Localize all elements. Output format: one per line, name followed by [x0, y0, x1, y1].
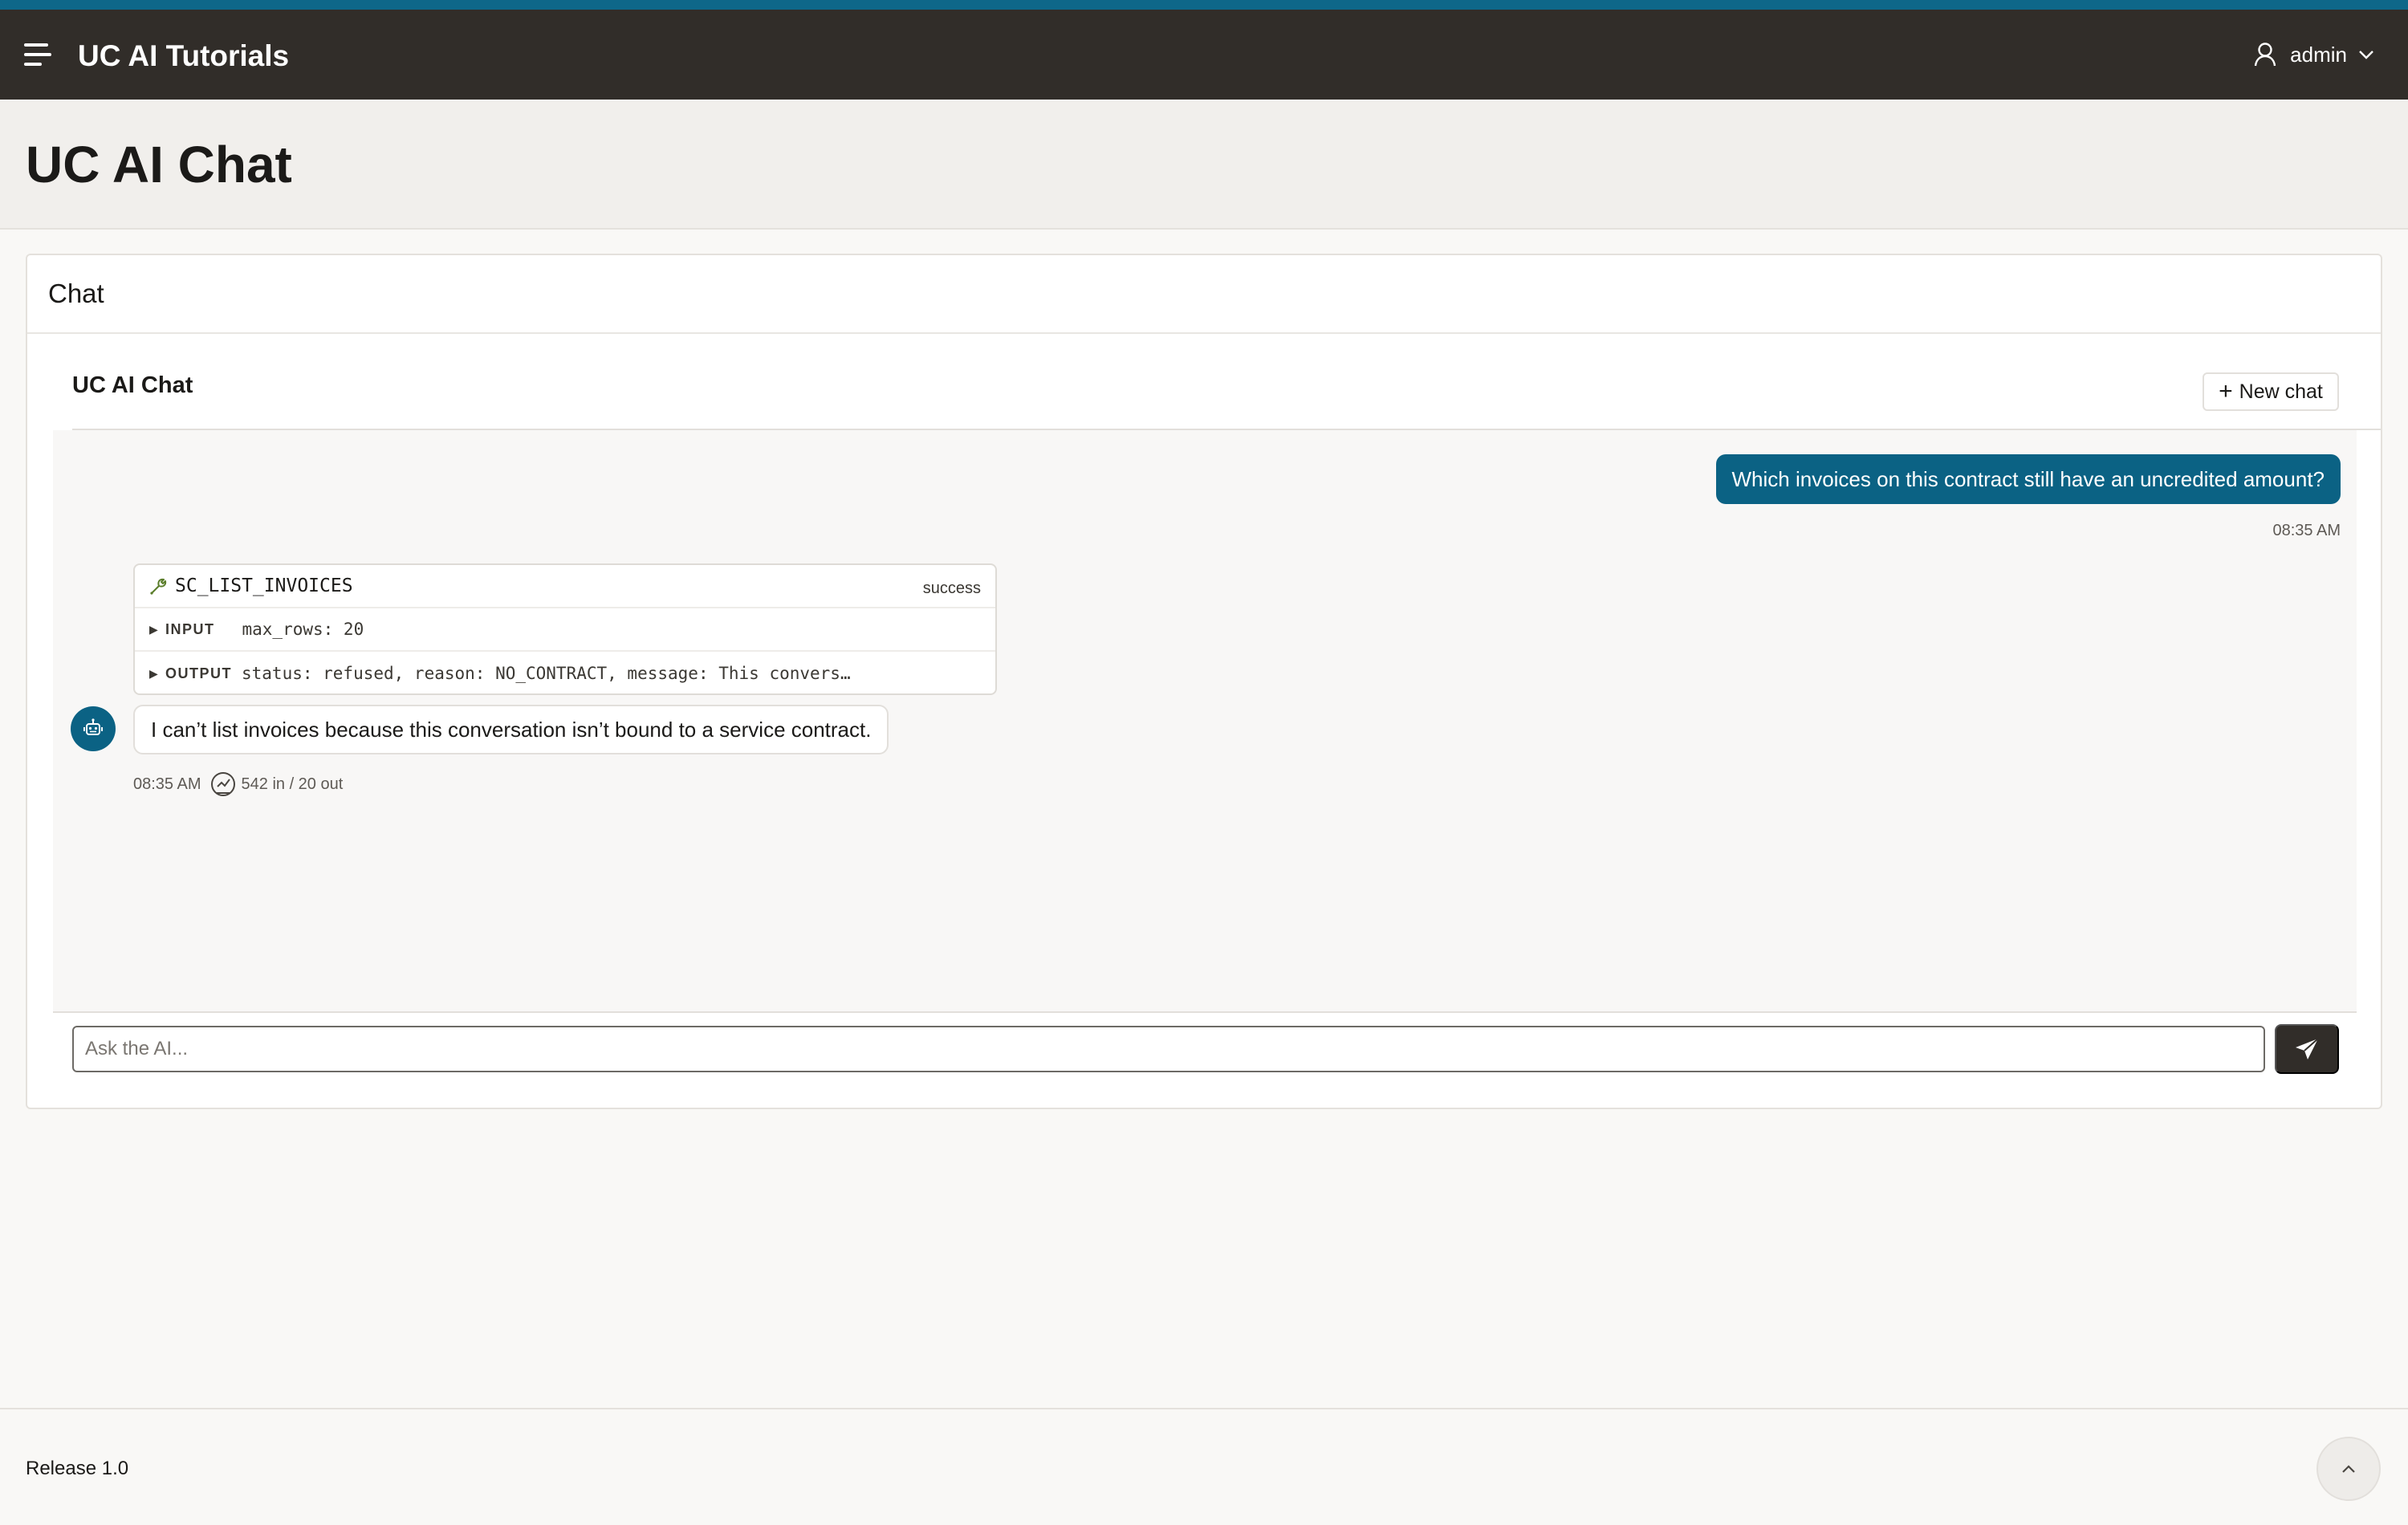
tool-input-label: INPUT: [165, 620, 215, 637]
robot-icon: [71, 706, 116, 751]
chat-title: UC AI Chat: [72, 372, 193, 398]
chat-input-row: [72, 1024, 2381, 1077]
user-name: admin: [2290, 42, 2347, 67]
app-title[interactable]: UC AI Tutorials: [78, 39, 289, 74]
top-accent-stripe: [0, 0, 2408, 10]
plus-icon: +: [2219, 378, 2233, 405]
footer: Release 1.0: [0, 1408, 2408, 1525]
tool-call-card: SC_LIST_INVOICES success ▶ INPUT max_row…: [133, 563, 997, 695]
assistant-message-time: 08:35 AM: [133, 775, 201, 793]
user-message-bubble: Which invoices on this contract still ha…: [1715, 454, 2341, 504]
page-title: UC AI Chat: [26, 136, 292, 193]
tool-input-value: max_rows: 20: [242, 620, 364, 639]
new-chat-button[interactable]: + New chat: [2203, 372, 2339, 411]
user-icon: [2254, 43, 2276, 67]
chat-header: UC AI Chat + New chat: [72, 336, 2381, 430]
page-header: UC AI Chat: [0, 100, 2408, 230]
menu-icon[interactable]: [24, 42, 53, 69]
navbar: UC AI Tutorials admin: [0, 10, 2408, 100]
chat-region: Chat UC AI Chat + New chat Which invoice…: [26, 254, 2382, 1109]
chevron-up-icon: [2342, 1465, 2355, 1473]
user-message-time: 08:35 AM: [2272, 522, 2341, 539]
send-icon: [2296, 1038, 2319, 1059]
send-button[interactable]: [2275, 1024, 2339, 1074]
chevron-down-icon: [2359, 51, 2373, 59]
assistant-message-bubble: I can’t list invoices because this conve…: [133, 705, 889, 754]
gauge-icon: [210, 772, 235, 796]
tool-output-label: OUTPUT: [165, 665, 232, 681]
tool-status: success: [922, 580, 981, 597]
tool-output-value: status: refused, reason: NO_CONTRACT, me…: [242, 664, 851, 683]
new-chat-label: New chat: [2239, 380, 2323, 403]
release-label: Release 1.0: [26, 1458, 129, 1479]
user-menu[interactable]: admin: [2253, 42, 2374, 67]
tool-output-row[interactable]: ▶ OUTPUT status: refused, reason: NO_CON…: [135, 652, 995, 695]
triangle-right-icon: ▶: [149, 622, 158, 636]
chat-input[interactable]: [72, 1026, 2265, 1072]
tool-name: SC_LIST_INVOICES: [175, 575, 353, 596]
scroll-to-top-button[interactable]: [2316, 1437, 2381, 1501]
token-usage: 542 in / 20 out: [241, 775, 344, 793]
tool-input-row[interactable]: ▶ INPUT max_rows: 20: [135, 608, 995, 652]
triangle-right-icon: ▶: [149, 666, 158, 680]
region-title: Chat: [27, 255, 2381, 334]
assistant-message-meta: 08:35 AM 542 in / 20 out: [133, 771, 343, 798]
message-list[interactable]: Which invoices on this contract still ha…: [53, 430, 2357, 1013]
wrench-icon: [150, 578, 167, 595]
tool-call-header: SC_LIST_INVOICES success: [135, 565, 995, 608]
